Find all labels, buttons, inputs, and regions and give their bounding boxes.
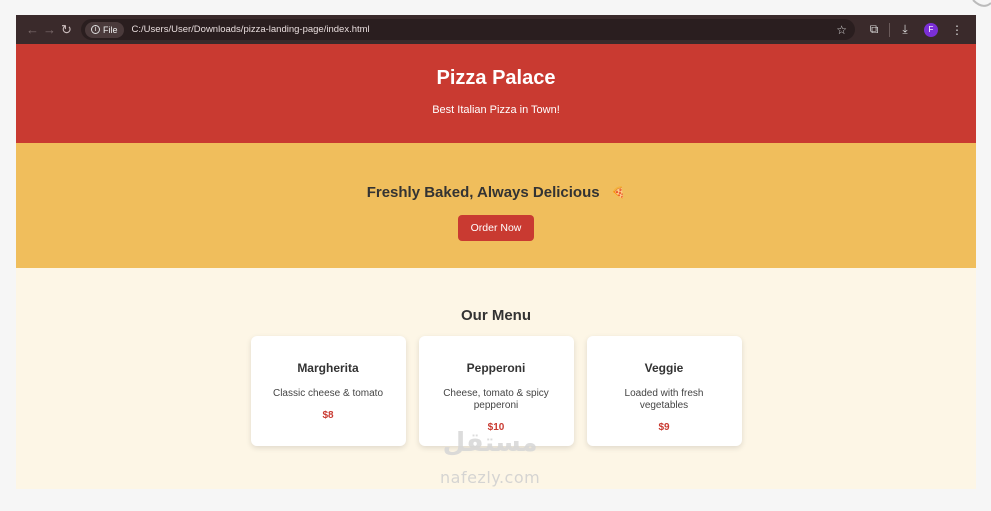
menu-item-name: Veggie	[644, 361, 684, 375]
watermark-arabic: مستقل	[442, 428, 538, 458]
watermark-latin: nafezly.com	[440, 468, 541, 487]
info-icon: i	[91, 25, 100, 34]
profile-avatar[interactable]: F	[920, 19, 942, 41]
hero-heading: Freshly Baked, Always Delicious	[366, 184, 600, 201]
kebab-menu-icon[interactable]: ⋮	[946, 19, 968, 41]
order-now-button[interactable]: Order Now	[457, 215, 535, 241]
menu-item-name: Margherita	[297, 361, 359, 375]
forward-icon[interactable]: →	[41, 19, 58, 41]
download-icon[interactable]: ⤓	[894, 19, 916, 41]
menu-card-veggie: Veggie Loaded with fresh vegetables $9	[586, 336, 742, 446]
reload-icon[interactable]: ↻	[58, 19, 75, 41]
menu-item-name: Pepperoni	[466, 361, 526, 375]
menu-title: Our Menu	[461, 307, 531, 324]
menu-card-margherita: Margherita Classic cheese & tomato $8	[250, 336, 406, 446]
watermark: مستقل nafezly.com	[440, 428, 540, 487]
toolbar-separator	[889, 22, 890, 37]
site-tagline: Best Italian Pizza in Town!	[432, 104, 560, 116]
menu-item-description: Loaded with fresh vegetables	[624, 388, 704, 411]
url-text[interactable]: C:/Users/User/Downloads/pizza-landing-pa…	[132, 24, 837, 35]
bookmark-star-icon[interactable]: ☆	[836, 23, 847, 37]
corner-decoration	[972, 0, 991, 7]
site-title: Pizza Palace	[436, 67, 556, 89]
address-bar[interactable]: i File C:/Users/User/Downloads/pizza-lan…	[81, 19, 855, 40]
menu-item-price: $9	[658, 422, 670, 433]
back-icon[interactable]: ←	[24, 19, 41, 41]
profile-initial: F	[924, 22, 938, 37]
pizza-icon: 🍕	[611, 187, 626, 199]
menu-item-price: $8	[322, 410, 334, 421]
site-header: Pizza Palace Best Italian Pizza in Town!	[16, 44, 976, 143]
hero-heading-row: Freshly Baked, Always Delicious 🍕	[367, 184, 626, 201]
file-chip-label: File	[103, 24, 118, 35]
browser-window: ← → ↻ i File C:/Users/User/Downloads/piz…	[16, 15, 976, 489]
site-info-chip[interactable]: i File	[85, 21, 124, 38]
screenshot-frame: ← → ↻ i File C:/Users/User/Downloads/piz…	[0, 0, 991, 511]
browser-toolbar: ← → ↻ i File C:/Users/User/Downloads/piz…	[16, 15, 976, 44]
extensions-icon[interactable]: ⧉	[863, 19, 885, 41]
menu-item-description: Classic cheese & tomato	[272, 388, 384, 399]
menu-item-description: Cheese, tomato & spicy pepperoni	[443, 388, 549, 411]
hero-section: Freshly Baked, Always Delicious 🍕 Order …	[16, 143, 976, 268]
